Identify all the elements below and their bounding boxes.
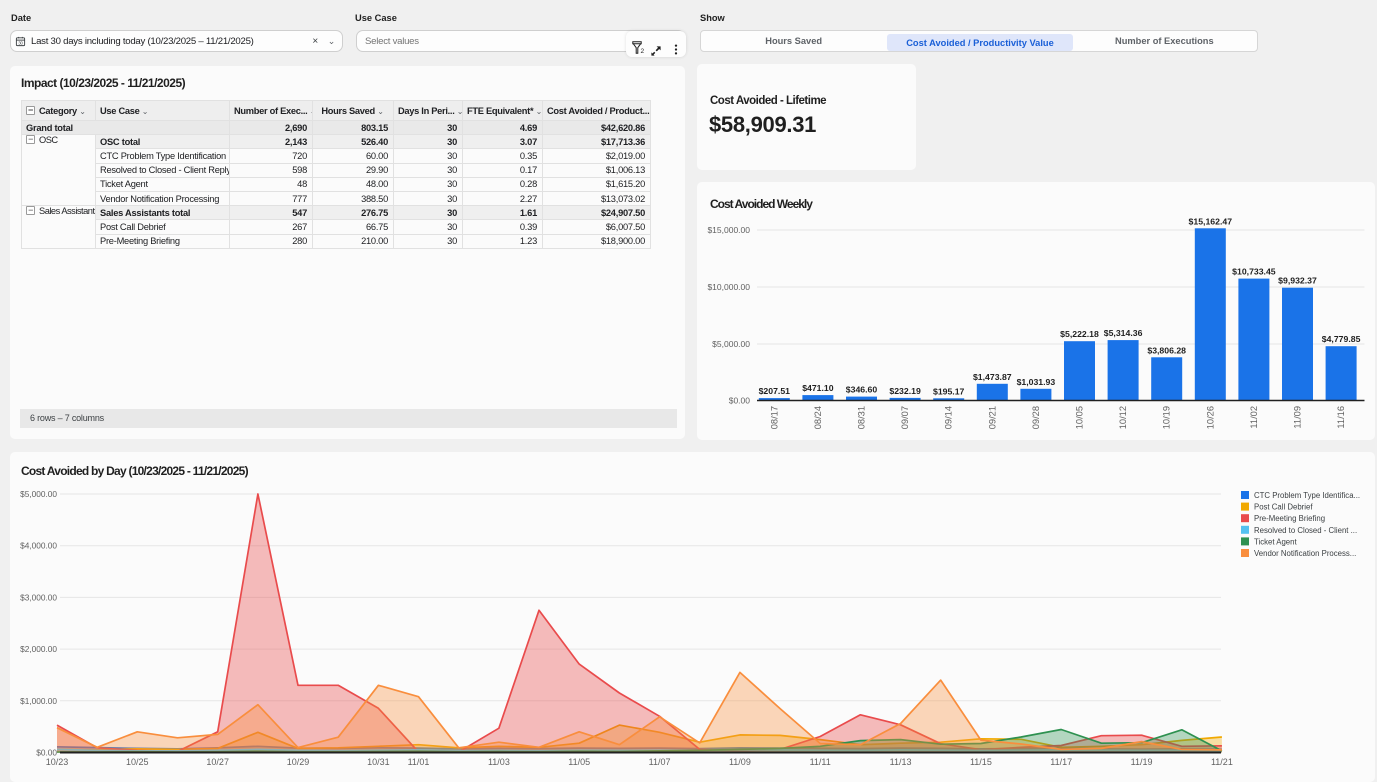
svg-text:Pre-Meeting Briefing: Pre-Meeting Briefing bbox=[1254, 514, 1325, 523]
svg-text:$10,733.45: $10,733.45 bbox=[1232, 267, 1276, 277]
svg-text:$1,473.87: $1,473.87 bbox=[973, 372, 1012, 382]
svg-text:10/19: 10/19 bbox=[1162, 406, 1172, 429]
svg-text:$207.51: $207.51 bbox=[759, 386, 791, 396]
svg-text:09/14: 09/14 bbox=[944, 406, 954, 429]
svg-text:$2,000.00: $2,000.00 bbox=[20, 644, 57, 654]
svg-text:09/07: 09/07 bbox=[900, 406, 910, 429]
svg-text:10/12: 10/12 bbox=[1118, 406, 1128, 429]
svg-text:11/09: 11/09 bbox=[1293, 406, 1303, 429]
svg-text:Post Call Debrief: Post Call Debrief bbox=[1254, 503, 1313, 512]
svg-text:Ticket Agent: Ticket Agent bbox=[1254, 537, 1297, 546]
svg-text:$1,031.93: $1,031.93 bbox=[1017, 377, 1056, 387]
svg-text:$3,000.00: $3,000.00 bbox=[20, 592, 57, 602]
svg-text:$5,314.36: $5,314.36 bbox=[1104, 328, 1143, 338]
svg-text:$232.19: $232.19 bbox=[889, 386, 921, 396]
svg-text:$0.00: $0.00 bbox=[36, 748, 57, 758]
svg-text:$9,932.37: $9,932.37 bbox=[1278, 276, 1317, 286]
svg-text:$1,000.00: $1,000.00 bbox=[20, 696, 57, 706]
svg-text:10/05: 10/05 bbox=[1075, 406, 1085, 429]
svg-text:08/24: 08/24 bbox=[813, 406, 823, 429]
svg-text:08/17: 08/17 bbox=[769, 406, 779, 429]
svg-text:11/17: 11/17 bbox=[1050, 757, 1072, 767]
svg-text:$346.60: $346.60 bbox=[846, 385, 878, 395]
svg-text:10/25: 10/25 bbox=[126, 757, 149, 767]
svg-text:$15,162.47: $15,162.47 bbox=[1189, 216, 1233, 226]
svg-text:11/05: 11/05 bbox=[568, 757, 590, 767]
svg-text:09/21: 09/21 bbox=[987, 406, 997, 429]
svg-text:10/29: 10/29 bbox=[287, 757, 310, 767]
svg-text:11/16: 11/16 bbox=[1336, 406, 1346, 429]
svg-text:$4,779.85: $4,779.85 bbox=[1322, 334, 1361, 344]
svg-text:Vendor Notification Process...: Vendor Notification Process... bbox=[1254, 549, 1356, 558]
svg-text:11/21: 11/21 bbox=[1211, 757, 1233, 767]
svg-text:Resolved to Closed - Client ..: Resolved to Closed - Client ... bbox=[1254, 526, 1357, 535]
svg-text:09/28: 09/28 bbox=[1031, 406, 1041, 429]
svg-text:11/13: 11/13 bbox=[890, 757, 912, 767]
svg-text:10/27: 10/27 bbox=[206, 757, 229, 767]
svg-text:11/01: 11/01 bbox=[408, 757, 430, 767]
svg-text:$5,000.00: $5,000.00 bbox=[712, 339, 750, 349]
svg-text:$15,000.00: $15,000.00 bbox=[707, 225, 750, 235]
svg-text:$3,806.28: $3,806.28 bbox=[1147, 345, 1186, 355]
svg-text:11/03: 11/03 bbox=[488, 757, 510, 767]
svg-text:11/15: 11/15 bbox=[970, 757, 992, 767]
svg-text:10/31: 10/31 bbox=[367, 757, 390, 767]
svg-text:08/31: 08/31 bbox=[857, 406, 867, 429]
svg-text:10/23: 10/23 bbox=[46, 757, 69, 767]
svg-text:$5,222.18: $5,222.18 bbox=[1060, 329, 1099, 339]
svg-text:$4,000.00: $4,000.00 bbox=[20, 541, 57, 551]
svg-text:$471.10: $471.10 bbox=[802, 383, 834, 393]
svg-text:11/07: 11/07 bbox=[649, 757, 671, 767]
svg-text:11/19: 11/19 bbox=[1131, 757, 1153, 767]
svg-text:10/26: 10/26 bbox=[1205, 406, 1215, 429]
svg-text:CTC Problem Type Identifica...: CTC Problem Type Identifica... bbox=[1254, 491, 1360, 500]
svg-text:11/02: 11/02 bbox=[1249, 406, 1259, 429]
svg-text:11/11: 11/11 bbox=[810, 757, 831, 767]
svg-text:30: 30 bbox=[18, 40, 23, 45]
svg-text:$5,000.00: $5,000.00 bbox=[20, 489, 57, 499]
svg-text:11/09: 11/09 bbox=[729, 757, 751, 767]
svg-text:$10,000.00: $10,000.00 bbox=[707, 282, 750, 292]
svg-text:$195.17: $195.17 bbox=[933, 386, 965, 396]
svg-text:$0.00: $0.00 bbox=[729, 396, 751, 406]
